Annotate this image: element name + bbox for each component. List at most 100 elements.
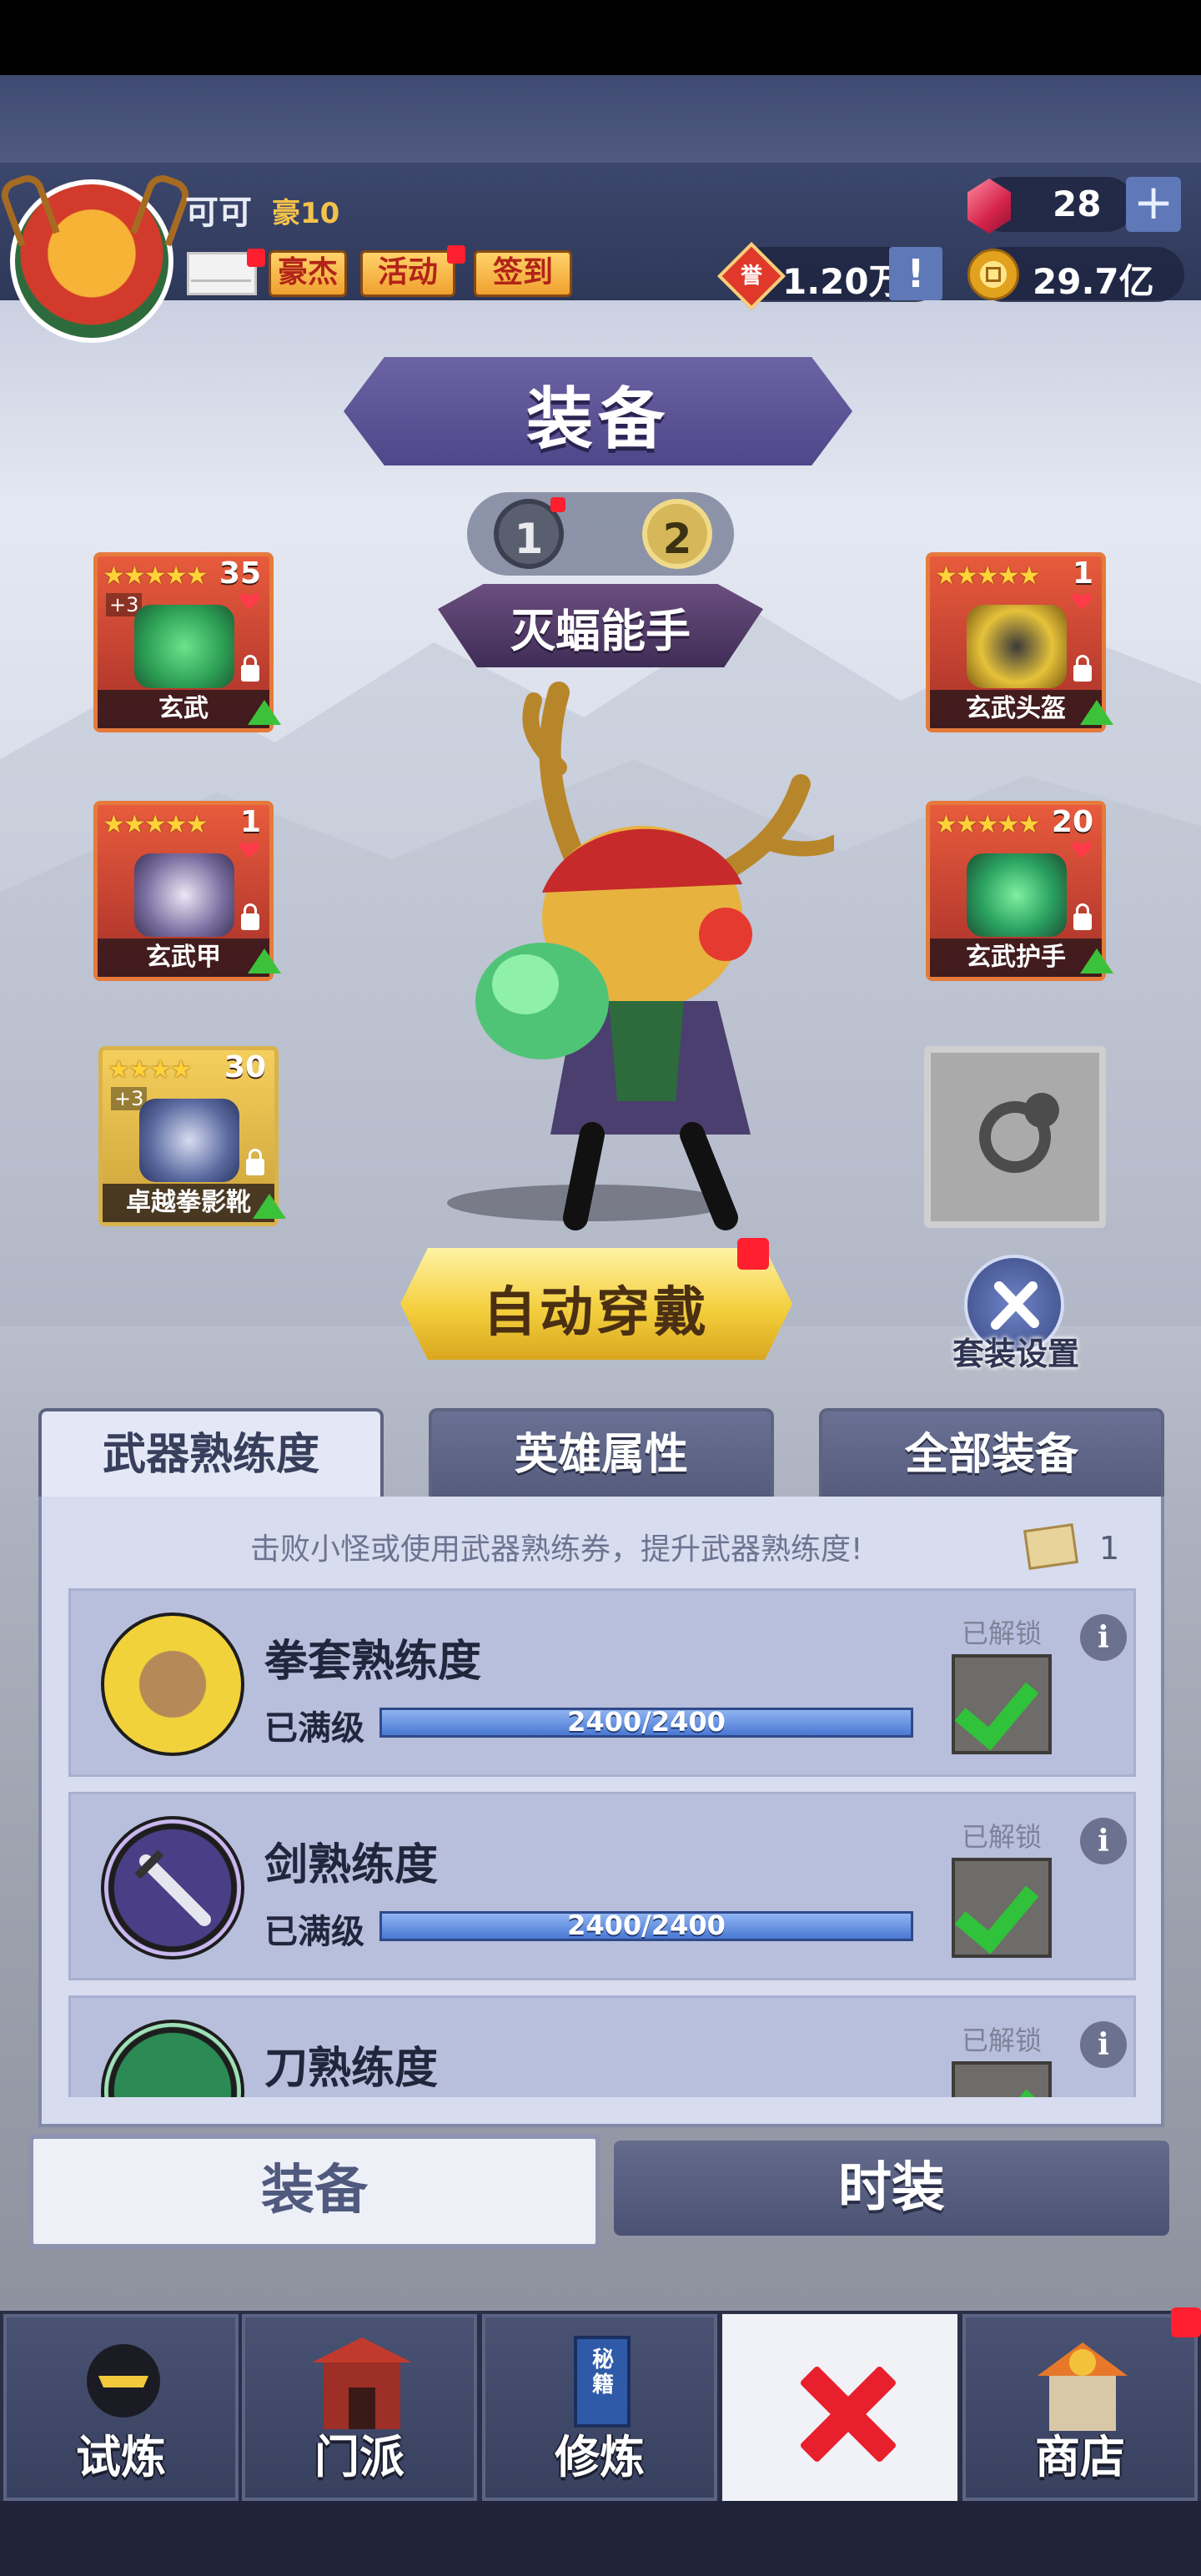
proficiency-status: 已满级 [264, 1913, 364, 1951]
auto-equip-dot [737, 1238, 769, 1270]
helmet-icon [967, 605, 1067, 688]
slot-boots[interactable]: ★★★★ 30 +3 卓越拳影靴 [98, 1046, 286, 1226]
events-button[interactable]: 活动 [360, 250, 455, 297]
honor-glyph: 誉 [740, 264, 762, 289]
gauntlet-icon [967, 853, 1067, 937]
item-name: 玄武 [98, 690, 269, 728]
item-name: 玄武护手 [930, 938, 1102, 977]
tab-weapon-proficiency[interactable]: 武器熟练度 [38, 1408, 384, 1505]
proficiency-ticket-icon [1023, 1523, 1079, 1570]
list-item: 刀熟练度 已解锁 i [68, 1995, 1136, 2097]
proficiency-progress: 2400/2400 [567, 1706, 726, 1738]
honor-count: 1.20万 [782, 261, 904, 302]
mail-notification-dot [247, 249, 265, 267]
empty-accessory-slot[interactable] [924, 1046, 1106, 1228]
tab-fashion[interactable]: 时装 [614, 2141, 1169, 2236]
item-level: 1 [239, 805, 261, 839]
jade-glove-icon [134, 605, 234, 688]
slot-gauntlet[interactable]: ★★★★★ 20 玄武护手 [926, 801, 1113, 981]
unlock-status: 已解锁 [962, 1618, 1043, 1649]
nav-sect[interactable]: 门派 [242, 2314, 477, 2501]
slot-weapon[interactable]: ★★★★★ 35 +3 玄武 [93, 552, 281, 732]
loadout-1-dot [550, 497, 565, 512]
book-title: 秘籍 [591, 2347, 614, 2397]
star-rating: ★★★★★ [935, 561, 1040, 591]
item-name: 卓越拳影靴 [103, 1184, 274, 1222]
lock-icon [1073, 655, 1092, 682]
sword-icon [101, 1816, 244, 1960]
lock-icon [1073, 903, 1092, 930]
tab-equipment[interactable]: 装备 [28, 2134, 600, 2249]
honor-info-button[interactable]: ! [889, 247, 942, 300]
nav-trial[interactable]: 试炼 [3, 2314, 239, 2501]
item-name: 玄武头盔 [930, 690, 1102, 728]
armor-icon [134, 853, 234, 937]
player-avatar[interactable] [0, 170, 193, 343]
star-rating: ★★★★ [108, 1055, 193, 1084]
unlocked-check-icon [952, 1858, 1052, 1958]
proficiency-list[interactable]: 拳套熟练度 已满级 2400/2400 已解锁 i 剑熟练度 已满级 2400/… [68, 1588, 1136, 2097]
item-level: 35 [219, 556, 261, 591]
nav-label: 试炼 [76, 2431, 166, 2483]
upgrade-arrow-icon [248, 948, 281, 974]
boot-icon [139, 1099, 239, 1182]
item-level: 30 [224, 1050, 266, 1084]
unlocked-check-icon [952, 2061, 1052, 2097]
page-title: 装备 [526, 380, 670, 458]
item-name: 玄武甲 [98, 938, 269, 977]
gold-count: 29.7亿 [1033, 261, 1154, 302]
loadout-2-button[interactable]: 2 [642, 499, 712, 569]
proficiency-hint: 击败小怪或使用武器熟练券，提升武器熟练度! [250, 1532, 863, 1567]
nav-shop[interactable]: 商店 [962, 2314, 1198, 2501]
close-icon[interactable] [792, 2362, 896, 2466]
lock-icon [246, 1149, 264, 1175]
add-gems-button[interactable]: + [1126, 177, 1181, 232]
unlocked-check-icon [952, 1654, 1052, 1754]
suit-settings-label: 套装设置 [952, 1336, 1079, 1372]
auto-equip-label: 自动穿戴 [483, 1282, 710, 1344]
nav-training[interactable]: 秘籍 修炼 [482, 2314, 717, 2501]
heart-icon [1072, 592, 1092, 610]
star-rating: ★★★★★ [103, 561, 208, 591]
star-rating: ★★★★★ [103, 810, 208, 839]
proficiency-name: 剑熟练度 [264, 1840, 439, 1890]
fist-glove-icon [101, 1613, 244, 1756]
info-icon[interactable]: i [1080, 2021, 1127, 2068]
lock-icon [241, 655, 259, 682]
tab-hero-attributes[interactable]: 英雄属性 [429, 1408, 774, 1498]
item-level: 1 [1072, 556, 1093, 591]
gem-count: 28 [1053, 184, 1102, 224]
unlock-status: 已解锁 [962, 2025, 1043, 2056]
proficiency-progress: 2400/2400 [567, 1909, 726, 1941]
upgrade-arrow-icon [253, 1194, 286, 1219]
hero-button[interactable]: 豪杰 [269, 250, 347, 297]
player-name: 可可 [185, 194, 252, 232]
proficiency-status: 已满级 [264, 1709, 364, 1748]
hero-character [475, 682, 834, 1230]
slot-armor[interactable]: ★★★★★ 1 玄武甲 [93, 801, 281, 981]
heart-icon [239, 841, 259, 858]
info-icon[interactable]: i [1080, 1614, 1127, 1661]
nav-footer [0, 2501, 1201, 2576]
shop-notification-dot [1171, 2307, 1201, 2337]
nav-label: 商店 [1035, 2431, 1125, 2483]
upgrade-arrow-icon [248, 700, 281, 725]
info-icon[interactable]: i [1080, 1818, 1127, 1864]
checkin-button[interactable]: 签到 [474, 250, 572, 297]
upgrade-arrow-icon [1080, 700, 1113, 725]
nav-label: 门派 [314, 2431, 405, 2483]
item-level: 20 [1051, 805, 1093, 839]
hero-title-text: 灭蝠能手 [510, 605, 691, 657]
blade-icon [101, 2020, 244, 2097]
ninja-icon [87, 2344, 160, 2418]
nav-label: 修炼 [555, 2431, 645, 2483]
heart-icon [1072, 841, 1092, 858]
ring-gem-icon [1024, 1093, 1059, 1128]
vip-level: 豪10 [272, 197, 340, 230]
tab-all-equipment[interactable]: 全部装备 [819, 1408, 1164, 1498]
sword-glyph-icon [134, 1849, 211, 1926]
proficiency-name: 拳套熟练度 [264, 1637, 482, 1687]
lock-icon [241, 903, 259, 930]
proficiency-name: 刀熟练度 [264, 2044, 439, 2094]
slot-helmet[interactable]: ★★★★★ 1 玄武头盔 [926, 552, 1113, 732]
